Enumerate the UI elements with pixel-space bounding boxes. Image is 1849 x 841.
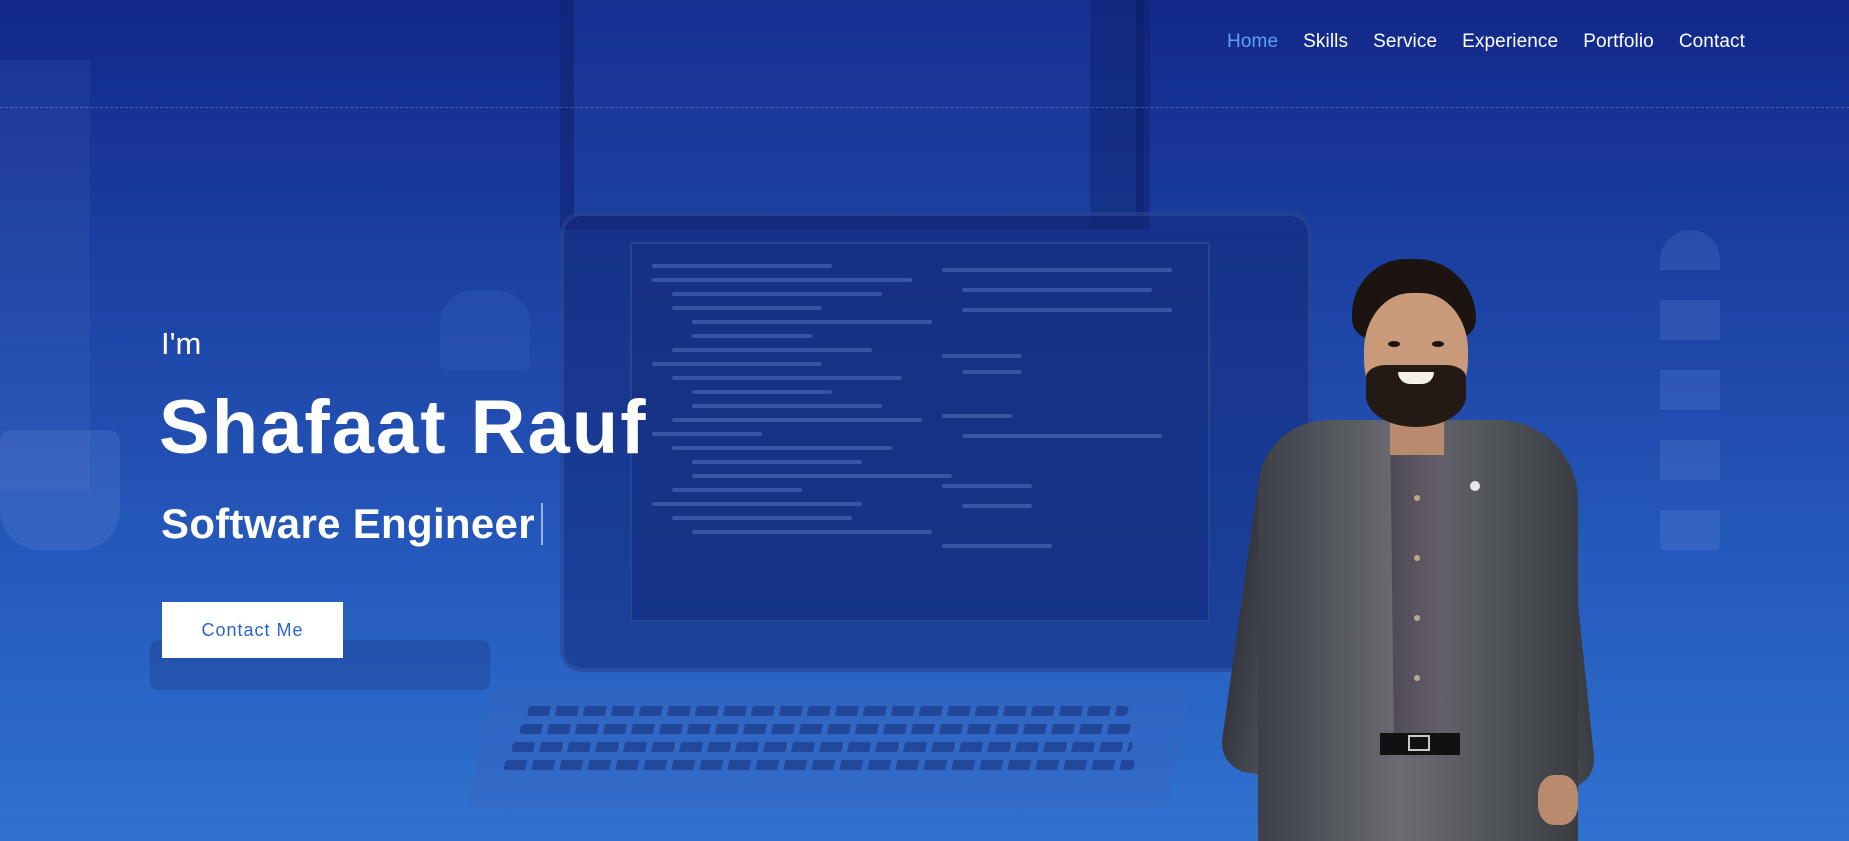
nav-link-skills[interactable]: Skills	[1303, 31, 1348, 52]
typing-cursor	[540, 503, 543, 545]
nav-link-service[interactable]: Service	[1373, 31, 1437, 52]
nav-item-skills: Skills	[1303, 31, 1348, 53]
background-laptop	[560, 212, 1312, 672]
person-portrait-icon	[1218, 255, 1598, 841]
background-keyboard	[467, 688, 1193, 808]
nav-item-home: Home	[1227, 31, 1278, 53]
hero-name: Shafaat Rauf	[159, 385, 648, 470]
hero-intro: I'm	[161, 326, 202, 361]
top-navigation: Home Skills Service Experience Portfolio…	[0, 0, 1849, 108]
nav-link-contact[interactable]: Contact	[1679, 31, 1745, 52]
nav-link-home[interactable]: Home	[1227, 31, 1278, 52]
nav-item-contact: Contact	[1679, 31, 1745, 53]
hero-role: Software Engineer	[161, 500, 535, 547]
nav-link-portfolio[interactable]: Portfolio	[1583, 31, 1654, 52]
nav-menu: Home Skills Service Experience Portfolio…	[1227, 31, 1745, 53]
nav-item-experience: Experience	[1462, 31, 1558, 53]
background-window	[0, 60, 90, 490]
nav-item-portfolio: Portfolio	[1583, 31, 1654, 53]
contact-me-button[interactable]: Contact Me	[162, 602, 343, 658]
background-plant	[440, 290, 530, 370]
hero-role-line: Software Engineer	[161, 500, 543, 548]
background-decor	[1660, 230, 1720, 570]
hero-section: Home Skills Service Experience Portfolio…	[0, 0, 1849, 841]
nav-link-experience[interactable]: Experience	[1462, 31, 1558, 52]
nav-item-service: Service	[1373, 31, 1437, 53]
background-laptop-screen	[630, 242, 1210, 622]
background-cup	[0, 430, 120, 550]
